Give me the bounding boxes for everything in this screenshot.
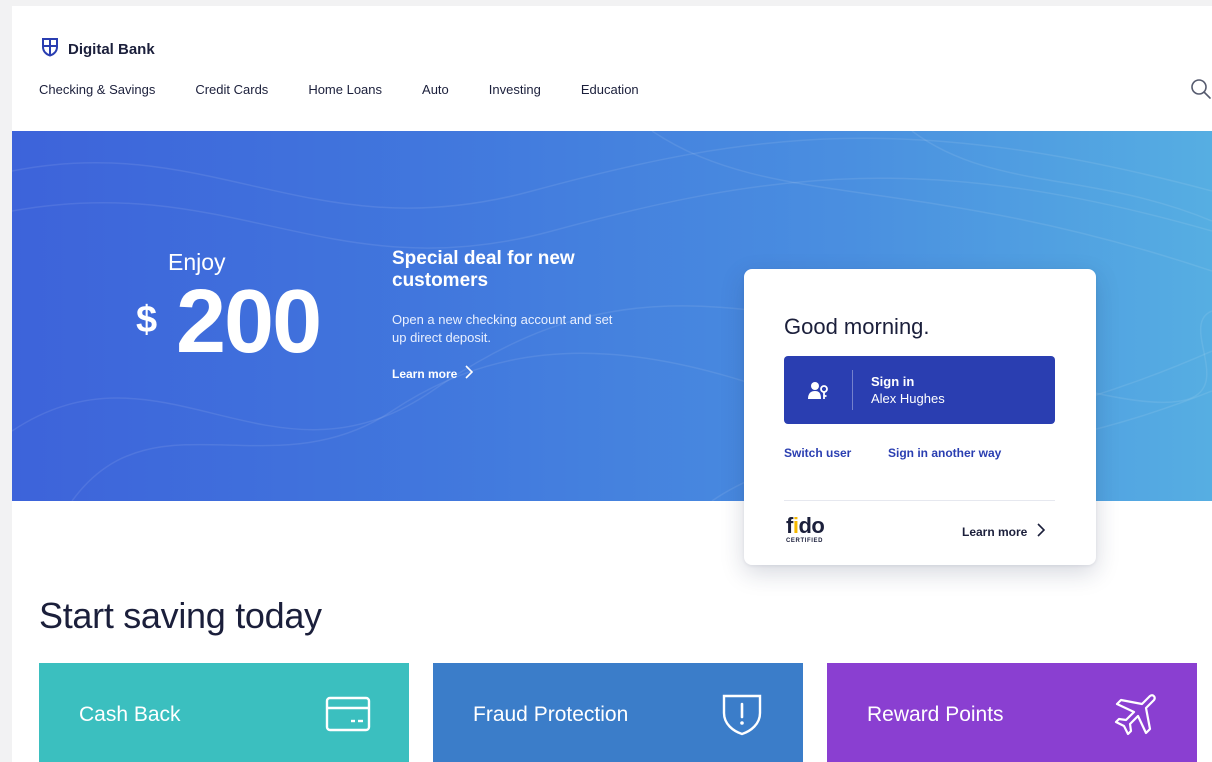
brand-name: Digital Bank <box>68 41 155 58</box>
shield-alert-icon <box>719 691 765 737</box>
bank-homepage: Digital Bank Checking & Savings Credit C… <box>12 6 1212 762</box>
sign-in-user-name: Alex Hughes <box>871 391 945 406</box>
chevron-right-icon <box>1037 523 1046 540</box>
fido-certified-logo: fido CERTIFIED <box>786 513 825 545</box>
user-key-icon <box>784 356 852 424</box>
sign-in-another-way-link[interactable]: Sign in another way <box>888 446 1001 460</box>
hero-learn-more-label: Learn more <box>392 366 458 381</box>
hero-learn-more-link[interactable]: Learn more <box>392 365 474 382</box>
credit-card-icon <box>325 691 371 737</box>
main-nav: Checking & Savings Credit Cards Home Loa… <box>39 82 679 97</box>
tile-label: Fraud Protection <box>473 703 629 726</box>
nav-item-auto[interactable]: Auto <box>422 82 449 97</box>
card-learn-more-label: Learn more <box>962 524 1028 539</box>
signin-card: Good morning. Sign in Alex Hughes Switch… <box>744 269 1096 565</box>
card-learn-more-link[interactable]: Learn more <box>962 523 1046 540</box>
tile-cash-back[interactable]: Cash Back <box>39 663 409 762</box>
nav-item-credit-cards[interactable]: Credit Cards <box>195 82 268 97</box>
shield-logo-icon <box>40 37 60 62</box>
sign-in-text: Sign in Alex Hughes <box>853 374 945 406</box>
fido-wordmark: fido <box>786 513 825 538</box>
sign-in-label: Sign in <box>871 374 915 389</box>
tile-label: Cash Back <box>79 703 181 726</box>
tile-label: Reward Points <box>867 703 1004 726</box>
nav-item-education[interactable]: Education <box>581 82 639 97</box>
search-icon[interactable] <box>1190 78 1212 100</box>
nav-item-home-loans[interactable]: Home Loans <box>308 82 382 97</box>
airplane-icon <box>1113 691 1159 737</box>
hero-deal-description: Open a new checking account and set up d… <box>392 312 613 345</box>
section-title: Start saving today <box>39 595 322 636</box>
greeting-text: Good morning. <box>784 314 930 339</box>
hero-currency-symbol: $ <box>136 299 158 341</box>
switch-user-link[interactable]: Switch user <box>784 446 851 460</box>
sign-in-button[interactable]: Sign in Alex Hughes <box>784 356 1055 424</box>
tile-fraud-protection[interactable]: Fraud Protection <box>433 663 803 762</box>
hero-deal-title: Special deal for new customers <box>392 248 575 291</box>
nav-item-investing[interactable]: Investing <box>489 82 541 97</box>
nav-item-checking-savings[interactable]: Checking & Savings <box>39 82 155 97</box>
hero-amount: 200 <box>176 272 322 372</box>
chevron-right-icon <box>465 365 474 382</box>
tile-reward-points[interactable]: Reward Points <box>827 663 1197 762</box>
brand-logo[interactable]: Digital Bank <box>40 37 155 62</box>
card-divider <box>784 500 1055 501</box>
fido-certified-label: CERTIFIED <box>786 538 824 544</box>
